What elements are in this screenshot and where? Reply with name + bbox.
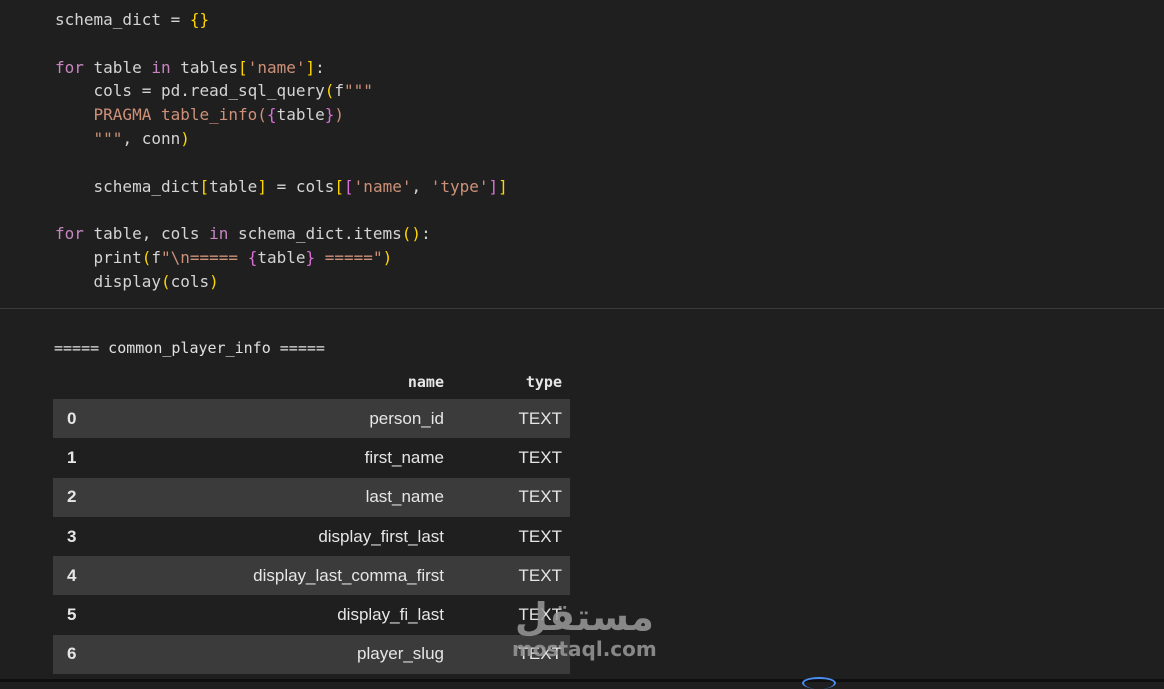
scroll-indicator[interactable] <box>802 677 836 689</box>
watermark-latin: mostaql.com <box>512 637 657 661</box>
index-header <box>53 365 147 399</box>
row-index: 2 <box>53 477 147 517</box>
code-line: """, conn) <box>55 128 190 148</box>
code-editor[interactable]: schema_dict = {} for table in tables['na… <box>55 8 508 294</box>
table-row: 4 display_last_comma_first TEXT <box>53 556 570 596</box>
code-cell[interactable]: schema_dict = {} for table in tables['na… <box>0 0 1164 308</box>
code-line: print(f"\n===== {table} =====") <box>55 247 393 267</box>
output-header: ===== common_player_info ===== <box>54 339 325 357</box>
cell-name: display_first_last <box>318 526 444 546</box>
row-index: 4 <box>53 556 147 596</box>
watermark-arabic: مستقل <box>514 595 654 639</box>
code-line: schema_dict = {} <box>55 10 210 29</box>
table-row: 6 player_slug TEXT <box>53 634 570 675</box>
table-header-row: name type <box>53 365 570 399</box>
table-row: 1 first_name TEXT <box>53 438 570 477</box>
row-index: 1 <box>67 447 77 467</box>
row-index: 5 <box>67 605 77 625</box>
code-line: for table in tables['name']: <box>55 57 325 77</box>
table-row: 0 person_id TEXT <box>53 399 570 439</box>
column-header-type: type <box>525 373 562 391</box>
watermark-logo: مستقل mostaql.com <box>512 597 657 661</box>
cell-name: display_fi_last <box>337 605 444 625</box>
cell-name: player_slug <box>147 634 452 675</box>
row-index: 3 <box>67 526 77 546</box>
cell-type: TEXT <box>452 556 570 596</box>
cell-type: TEXT <box>518 447 562 467</box>
dataframe-table: name type 0 person_id TEXT 1 first_name … <box>53 365 570 675</box>
cell-name: person_id <box>147 399 452 439</box>
row-index: 0 <box>53 399 147 439</box>
cell-type: TEXT <box>452 399 570 439</box>
code-line: display(cols) <box>55 271 219 291</box>
code-line: PRAGMA table_info({table}) <box>55 105 345 125</box>
cell-name: last_name <box>147 477 452 517</box>
code-line: for table, cols in schema_dict.items(): <box>55 224 431 244</box>
table-row: 5 display_fi_last TEXT <box>53 595 570 634</box>
code-line: cols = pd.read_sql_query(f""" <box>55 81 373 101</box>
cell-type: TEXT <box>452 477 570 517</box>
code-line: schema_dict[table] = cols[['name', 'type… <box>55 176 508 196</box>
table-row: 3 display_first_last TEXT <box>53 517 570 556</box>
table-row: 2 last_name TEXT <box>53 477 570 517</box>
row-index: 6 <box>53 634 147 675</box>
cell-name: display_last_comma_first <box>147 556 452 596</box>
column-header-name: name <box>407 373 444 391</box>
cell-type: TEXT <box>518 526 562 546</box>
cell-name: first_name <box>364 447 444 467</box>
